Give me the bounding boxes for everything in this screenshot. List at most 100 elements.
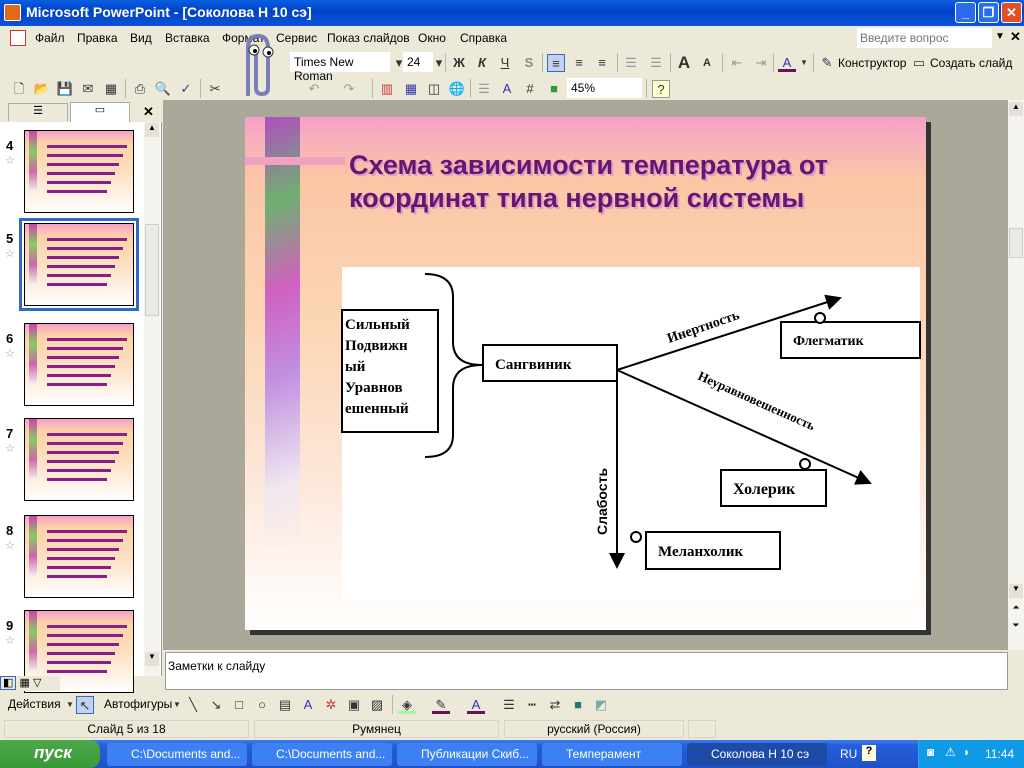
menu-insert[interactable]: Вставка <box>165 31 210 45</box>
network-icon[interactable]: ⚠ <box>945 745 956 759</box>
task-word[interactable]: Публикации Скиб... <box>397 743 537 766</box>
increase-font-icon[interactable]: A <box>675 54 693 72</box>
menu-window[interactable]: Окно <box>418 31 446 45</box>
undo-icon[interactable]: ↶ <box>305 80 323 98</box>
menu-view[interactable]: Вид <box>130 31 152 45</box>
font-color-icon[interactable]: A <box>467 696 485 714</box>
italic-button[interactable]: К <box>473 54 491 72</box>
help-search-input[interactable] <box>857 28 992 48</box>
clipart-icon[interactable]: ▣ <box>345 696 363 714</box>
previous-slide-icon[interactable]: ⏶ <box>1009 602 1023 616</box>
slideshow-icon[interactable]: ▽ <box>33 677 41 689</box>
slide-thumbnail[interactable] <box>24 515 134 598</box>
decrease-indent-icon[interactable]: ⇤ <box>728 54 746 72</box>
fill-color-icon[interactable]: ◈ <box>398 696 416 714</box>
tables-borders-icon[interactable]: ◫ <box>425 80 443 98</box>
permission-icon[interactable]: ▦ <box>102 80 120 98</box>
task-explorer-1[interactable]: C:\Documents and... <box>107 743 247 766</box>
chart-icon[interactable]: ▥ <box>378 80 396 98</box>
dash-style-icon[interactable]: ┅ <box>523 696 541 714</box>
volume-icon[interactable]: ◗ <box>963 745 970 759</box>
slide-thumbnail[interactable] <box>24 130 134 213</box>
autoshapes-menu[interactable]: Автофигуры <box>104 697 172 711</box>
slide[interactable]: Схема зависимости температура от координ… <box>245 117 926 630</box>
3d-style-icon[interactable]: ◩ <box>592 696 610 714</box>
scroll-thumb[interactable] <box>145 224 159 316</box>
help-icon[interactable]: ? <box>862 745 876 761</box>
thumbnail-scrollbar[interactable]: ▲ ▼ <box>144 122 160 676</box>
bold-button[interactable]: Ж <box>450 54 468 72</box>
print-preview-icon[interactable]: 🔍 <box>154 80 172 98</box>
slide-thumbnail[interactable] <box>24 418 134 501</box>
align-left-icon[interactable]: ≡ <box>547 54 565 72</box>
minimize-button[interactable]: _ <box>955 2 976 23</box>
color-grayscale-icon[interactable]: ■ <box>545 80 563 98</box>
office-assistant-clippy[interactable] <box>228 28 286 98</box>
close-pane-icon[interactable]: ✕ <box>143 104 154 120</box>
oval-icon[interactable]: ○ <box>253 696 271 714</box>
task-temperament[interactable]: Темперамент <box>542 743 682 766</box>
redo-icon[interactable]: ↷ <box>340 80 358 98</box>
menu-slideshow[interactable]: Показ слайдов <box>327 31 410 45</box>
chevron-down-icon[interactable]: ▼ <box>795 54 813 72</box>
actions-menu[interactable]: Действия <box>8 697 61 711</box>
scroll-thumb[interactable] <box>1009 228 1023 258</box>
save-icon[interactable]: 💾 <box>56 80 74 98</box>
decrease-font-icon[interactable]: A <box>698 54 716 72</box>
menu-help[interactable]: Справка <box>460 31 507 45</box>
expand-all-icon[interactable]: ☰ <box>475 80 493 98</box>
language-indicator[interactable]: RU <box>840 747 857 761</box>
tray-app-icon[interactable]: ◙ <box>927 745 934 759</box>
email-icon[interactable]: ✉ <box>79 80 97 98</box>
restore-button[interactable]: ❐ <box>978 2 999 23</box>
rectangle-icon[interactable]: □ <box>230 696 248 714</box>
grid-icon[interactable]: # <box>521 80 539 98</box>
line-style-icon[interactable]: ☰ <box>500 696 518 714</box>
line-color-icon[interactable]: ✎ <box>432 696 450 714</box>
normal-view-icon[interactable]: ◧ <box>0 676 17 690</box>
line-icon[interactable]: ╲ <box>184 696 202 714</box>
chevron-down-icon[interactable]: ▼ <box>995 31 1005 42</box>
arrow-style-icon[interactable]: ⇄ <box>546 696 564 714</box>
slide-thumbnail[interactable] <box>24 323 134 406</box>
help-icon[interactable]: ? <box>652 80 670 98</box>
new-file-icon[interactable]: 🗋 <box>10 80 28 98</box>
zoom-select[interactable]: 45% <box>567 78 642 98</box>
designer-button[interactable]: Конструктор <box>838 56 906 70</box>
slide-scrollbar[interactable]: ▲ ▼ ⏶ ⏷ <box>1008 100 1024 650</box>
font-select[interactable]: Times New Roman <box>290 52 390 83</box>
menu-file[interactable]: Файл <box>35 31 65 45</box>
print-icon[interactable]: ⎙ <box>131 80 149 98</box>
next-slide-icon[interactable]: ⏷ <box>1009 620 1023 634</box>
slide-thumbnail[interactable] <box>19 218 139 311</box>
tab-slides[interactable]: ▭ <box>70 102 130 122</box>
align-center-icon[interactable]: ≡ <box>570 54 588 72</box>
task-sokolova[interactable]: Соколова Н 10 сэ <box>687 743 827 766</box>
font-color-icon[interactable]: A <box>778 54 796 72</box>
close-doc-icon[interactable]: ✕ <box>1010 29 1021 45</box>
notes-pane[interactable]: Заметки к слайду <box>165 652 1008 690</box>
menu-edit[interactable]: Правка <box>77 31 118 45</box>
open-folder-icon[interactable]: 📂 <box>33 80 51 98</box>
show-formatting-icon[interactable]: A <box>498 80 516 98</box>
scroll-up-icon[interactable]: ▲ <box>145 123 159 137</box>
select-pointer-icon[interactable]: ↖ <box>76 696 94 714</box>
slide-sorter-icon[interactable]: ▦ <box>19 677 29 689</box>
start-button[interactable]: пуск <box>0 740 100 768</box>
picture-icon[interactable]: ▨ <box>368 696 386 714</box>
increase-indent-icon[interactable]: ⇥ <box>752 54 770 72</box>
shadow-button[interactable]: S <box>520 54 538 72</box>
bullet-list-icon[interactable]: ☰ <box>647 54 665 72</box>
wordart-icon[interactable]: A <box>299 696 317 714</box>
cut-icon[interactable]: ✂ <box>206 80 224 98</box>
hyperlink-icon[interactable]: 🌐 <box>448 80 466 98</box>
numbered-list-icon[interactable]: ☰ <box>622 54 640 72</box>
task-explorer-2[interactable]: C:\Documents and... <box>252 743 392 766</box>
textbox-icon[interactable]: ▤ <box>276 696 294 714</box>
new-slide-button[interactable]: Создать слайд <box>930 56 1012 70</box>
font-size-select[interactable]: 24 <box>403 52 433 72</box>
diagram-icon[interactable]: ✲ <box>322 696 340 714</box>
scroll-down-icon[interactable]: ▼ <box>145 652 159 666</box>
underline-button[interactable]: Ч <box>496 54 514 72</box>
table-icon[interactable]: ▦ <box>402 80 420 98</box>
